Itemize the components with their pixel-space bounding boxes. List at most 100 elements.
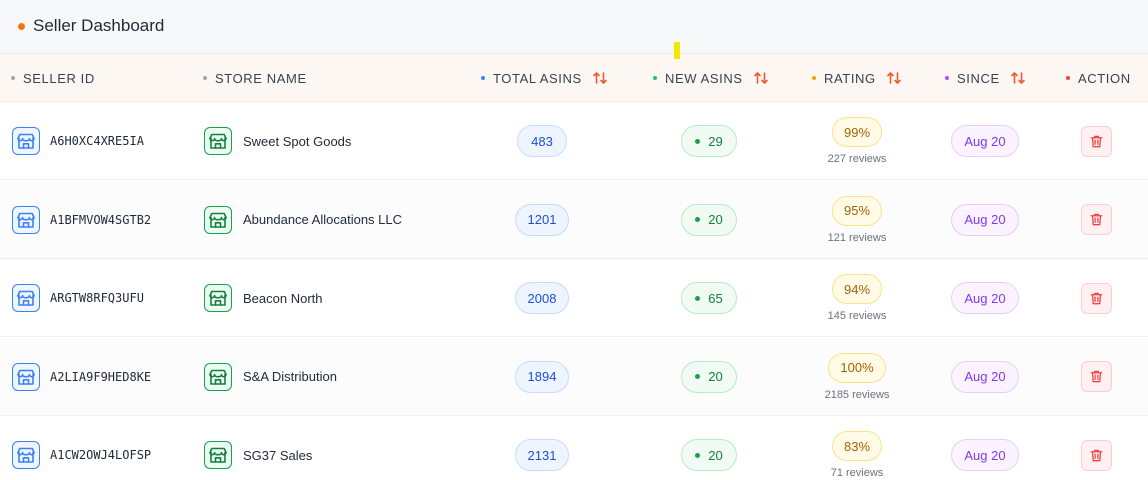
table-row: A1CW2OWJ4LOFSP SG37 Sales 2131 20 83% 71 revi… <box>0 416 1148 480</box>
column-label: NEW ASINS <box>665 70 743 86</box>
status-dot <box>695 452 701 458</box>
total-asins-badge: 1894 <box>514 360 570 393</box>
trash-icon <box>1089 369 1104 384</box>
total-asins-badge: 483 <box>517 125 567 157</box>
storefront-icon <box>12 362 40 391</box>
new-asins-badge: 29 <box>681 125 737 157</box>
new-asins-badge: 20 <box>681 203 737 236</box>
column-header-rating[interactable]: RATING <box>812 54 902 102</box>
table-row: A1BFMVOW4SGTB2 Abundance Allocations LLC 1… <box>0 180 1148 259</box>
rating-cell: 99% 227 reviews <box>807 102 907 180</box>
delete-button[interactable] <box>1081 439 1112 471</box>
since-cell: Aug 20 <box>935 259 1035 337</box>
column-label: ACTION <box>1078 70 1131 86</box>
store-name-cell: Beacon North <box>204 259 323 337</box>
store-name-cell: Abundance Allocations LLC <box>204 181 402 259</box>
rating-cell: 83% 71 reviews <box>807 416 907 480</box>
storefront-icon <box>12 441 40 469</box>
trash-icon <box>1089 212 1104 227</box>
status-dot <box>695 138 701 144</box>
store-name: Sweet Spot Goods <box>243 133 352 149</box>
column-dot <box>11 76 15 80</box>
since-cell: Aug 20 <box>935 416 1035 480</box>
total-asins-cell: 1201 <box>490 181 594 259</box>
action-cell <box>1081 259 1112 337</box>
since-badge: Aug 20 <box>951 439 1019 471</box>
new-asins-badge: 20 <box>681 360 737 393</box>
total-asins-badge: 2131 <box>514 439 570 471</box>
store-name-cell: S&A Distribution <box>204 338 337 416</box>
column-header-since[interactable]: SINCE <box>945 54 1026 102</box>
sort-arrows-icon[interactable] <box>592 70 608 86</box>
column-header-action: ACTION <box>1066 54 1131 102</box>
column-dot <box>945 76 949 80</box>
trash-icon <box>1089 134 1104 149</box>
action-cell <box>1081 181 1112 259</box>
new-asins-value: 65 <box>708 290 723 306</box>
seller-id: A2LIA9F9HED8KE <box>50 369 152 384</box>
store-name: S&A Distribution <box>243 369 337 384</box>
new-asins-value: 29 <box>708 133 723 149</box>
store-name-cell: Sweet Spot Goods <box>204 102 351 180</box>
title-dot <box>18 23 25 30</box>
review-count: 145 reviews <box>827 310 887 322</box>
column-dot <box>203 76 207 80</box>
review-count: 227 reviews <box>827 153 887 165</box>
action-cell <box>1081 416 1112 480</box>
seller-id-cell: A6H0XC4XRE5IA <box>12 102 144 180</box>
new-asins-cell: 65 <box>657 259 761 337</box>
new-asins-value: 20 <box>708 447 723 463</box>
page-title: Seller Dashboard <box>33 16 165 35</box>
trash-icon <box>1089 448 1104 463</box>
column-dot <box>812 76 816 80</box>
since-cell: Aug 20 <box>935 102 1035 180</box>
new-asins-cell: 20 <box>657 338 761 416</box>
storefront-icon <box>12 284 40 312</box>
seller-id-cell: A1CW2OWJ4LOFSP <box>12 416 151 480</box>
top-bar: Seller Dashboard <box>0 0 1148 54</box>
column-dot <box>653 76 657 80</box>
seller-id: A1BFMVOW4SGTB2 <box>50 212 152 227</box>
delete-button[interactable] <box>1081 361 1112 392</box>
delete-button[interactable] <box>1081 282 1112 314</box>
column-dot <box>1066 76 1070 80</box>
rating-cell: 100% 2185 reviews <box>807 338 907 416</box>
new-asins-cell: 20 <box>657 181 761 259</box>
sort-arrows-icon[interactable] <box>1010 70 1026 86</box>
delete-button[interactable] <box>1081 204 1112 235</box>
delete-button[interactable] <box>1081 125 1112 157</box>
sort-arrows-icon[interactable] <box>886 70 902 86</box>
since-cell: Aug 20 <box>935 338 1035 416</box>
storefront-icon <box>12 127 40 155</box>
rating-cell: 94% 145 reviews <box>807 259 907 337</box>
new-asins-value: 20 <box>708 369 723 384</box>
new-asins-cell: 20 <box>657 416 761 480</box>
column-dot <box>481 76 485 80</box>
table-row: A2LIA9F9HED8KE S&A Distribution 1894 20 100%… <box>0 337 1148 416</box>
column-label: SINCE <box>957 70 1000 86</box>
total-asins-badge: 1201 <box>514 203 570 236</box>
seller-id-cell: ARGTW8RFQ3UFU <box>12 259 144 337</box>
seller-id: A6H0XC4XRE5IA <box>50 134 144 148</box>
action-cell <box>1081 338 1112 416</box>
column-label: STORE NAME <box>215 70 307 86</box>
seller-id-cell: A1BFMVOW4SGTB2 <box>12 181 151 259</box>
total-asins-cell: 2008 <box>490 259 594 337</box>
rating-badge: 94% <box>831 274 883 304</box>
storefront-icon <box>204 205 232 234</box>
column-header-store-name: STORE NAME <box>203 54 307 102</box>
highlight-marker <box>674 42 680 59</box>
sort-arrows-icon[interactable] <box>753 70 769 86</box>
new-asins-badge: 65 <box>681 282 737 314</box>
status-dot <box>695 374 701 379</box>
review-count: 71 reviews <box>830 467 884 479</box>
total-asins-cell: 1894 <box>490 338 594 416</box>
column-header-total-asins[interactable]: TOTAL ASINS <box>481 54 608 102</box>
column-header-new-asins[interactable]: NEW ASINS <box>653 54 769 102</box>
storefront-icon <box>204 362 232 391</box>
since-badge: Aug 20 <box>951 282 1019 314</box>
since-badge: Aug 20 <box>951 125 1019 157</box>
since-badge: Aug 20 <box>951 360 1019 393</box>
table-row: ARGTW8RFQ3UFU Beacon North 2008 65 94% 145 re… <box>0 259 1148 337</box>
new-asins-value: 20 <box>708 212 723 227</box>
